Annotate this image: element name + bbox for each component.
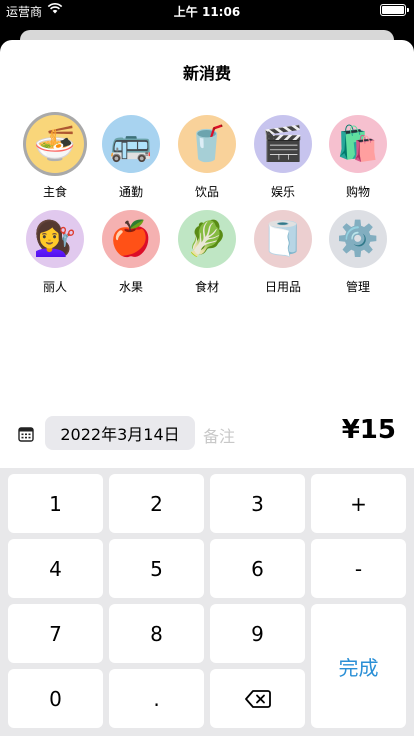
category-label: 日用品 — [264, 280, 301, 294]
category-label: 丽人 — [42, 280, 67, 294]
status-bar: 运营商 上午 11:06 — [0, 0, 414, 20]
battery-icon — [380, 4, 409, 16]
key-9[interactable]: 9 — [210, 604, 305, 663]
category-manage[interactable]: ⚙️ 管理 — [323, 210, 393, 302]
category-beauty[interactable]: 💇‍♀️ 丽人 — [20, 210, 90, 302]
note-input[interactable]: 备注 — [203, 423, 235, 447]
category-label: 主食 — [42, 185, 67, 199]
clock: 上午 11:06 — [173, 5, 241, 19]
calendar-icon[interactable] — [18, 426, 34, 442]
noodle-bowl-icon: 🍜 — [26, 115, 84, 173]
keypad: 1 2 3 + 4 5 6 - 7 8 9 完成 0 . — [0, 468, 414, 736]
category-entertainment[interactable]: 🎬 娱乐 — [248, 115, 318, 207]
category-staple-food[interactable]: 🍜 主食 — [20, 115, 90, 207]
category-label: 娱乐 — [270, 185, 295, 199]
haircut-icon: 💇‍♀️ — [26, 210, 84, 268]
category-fruit[interactable]: 🍎 水果 — [96, 210, 166, 302]
apple-icon: 🍎 — [102, 210, 160, 268]
key-0[interactable]: 0 — [8, 669, 103, 728]
category-commute[interactable]: 🚌 通勤 — [96, 115, 166, 207]
decimal-key[interactable]: . — [109, 669, 204, 728]
amount-display: ¥15 — [341, 415, 396, 445]
category-label: 饮品 — [194, 185, 219, 199]
sheet-title: 新消费 — [182, 64, 231, 83]
key-8[interactable]: 8 — [109, 604, 204, 663]
category-label: 食材 — [194, 280, 219, 294]
category-label: 管理 — [345, 280, 370, 294]
category-daily-goods[interactable]: 🧻 日用品 — [248, 210, 318, 302]
cup-with-straw-icon: 🥤 — [178, 115, 236, 173]
key-5[interactable]: 5 — [109, 539, 204, 598]
key-4[interactable]: 4 — [8, 539, 103, 598]
key-7[interactable]: 7 — [8, 604, 103, 663]
entry-row: 2022年3月14日 备注 ¥15 — [0, 411, 414, 459]
clapper-board-icon: 🎬 — [254, 115, 312, 173]
leafy-green-icon: 🥬 — [178, 210, 236, 268]
gear-icon: ⚙️ — [329, 210, 387, 268]
key-3[interactable]: 3 — [210, 474, 305, 533]
category-ingredients[interactable]: 🥬 食材 — [172, 210, 242, 302]
plus-key[interactable]: + — [311, 474, 406, 533]
category-label: 水果 — [118, 280, 143, 294]
category-shopping[interactable]: 🛍️ 购物 — [323, 115, 393, 207]
category-drinks[interactable]: 🥤 饮品 — [172, 115, 242, 207]
bus-icon: 🚌 — [102, 115, 160, 173]
minus-key[interactable]: - — [311, 539, 406, 598]
category-label: 通勤 — [118, 185, 143, 199]
date-picker[interactable]: 2022年3月14日 — [45, 416, 195, 450]
category-label: 购物 — [345, 185, 370, 199]
shopping-bags-icon: 🛍️ — [329, 115, 387, 173]
new-expense-sheet: 新消费 🍜 主食 🚌 通勤 🥤 饮品 🎬 娱乐 🛍️ 购物 💇‍♀️ 丽人 🍎 … — [0, 40, 414, 736]
key-6[interactable]: 6 — [210, 539, 305, 598]
done-button[interactable]: 完成 — [311, 604, 406, 728]
backspace-button[interactable] — [210, 669, 305, 728]
toilet-paper-icon: 🧻 — [254, 210, 312, 268]
key-2[interactable]: 2 — [109, 474, 204, 533]
key-1[interactable]: 1 — [8, 474, 103, 533]
backspace-icon — [244, 689, 271, 708]
